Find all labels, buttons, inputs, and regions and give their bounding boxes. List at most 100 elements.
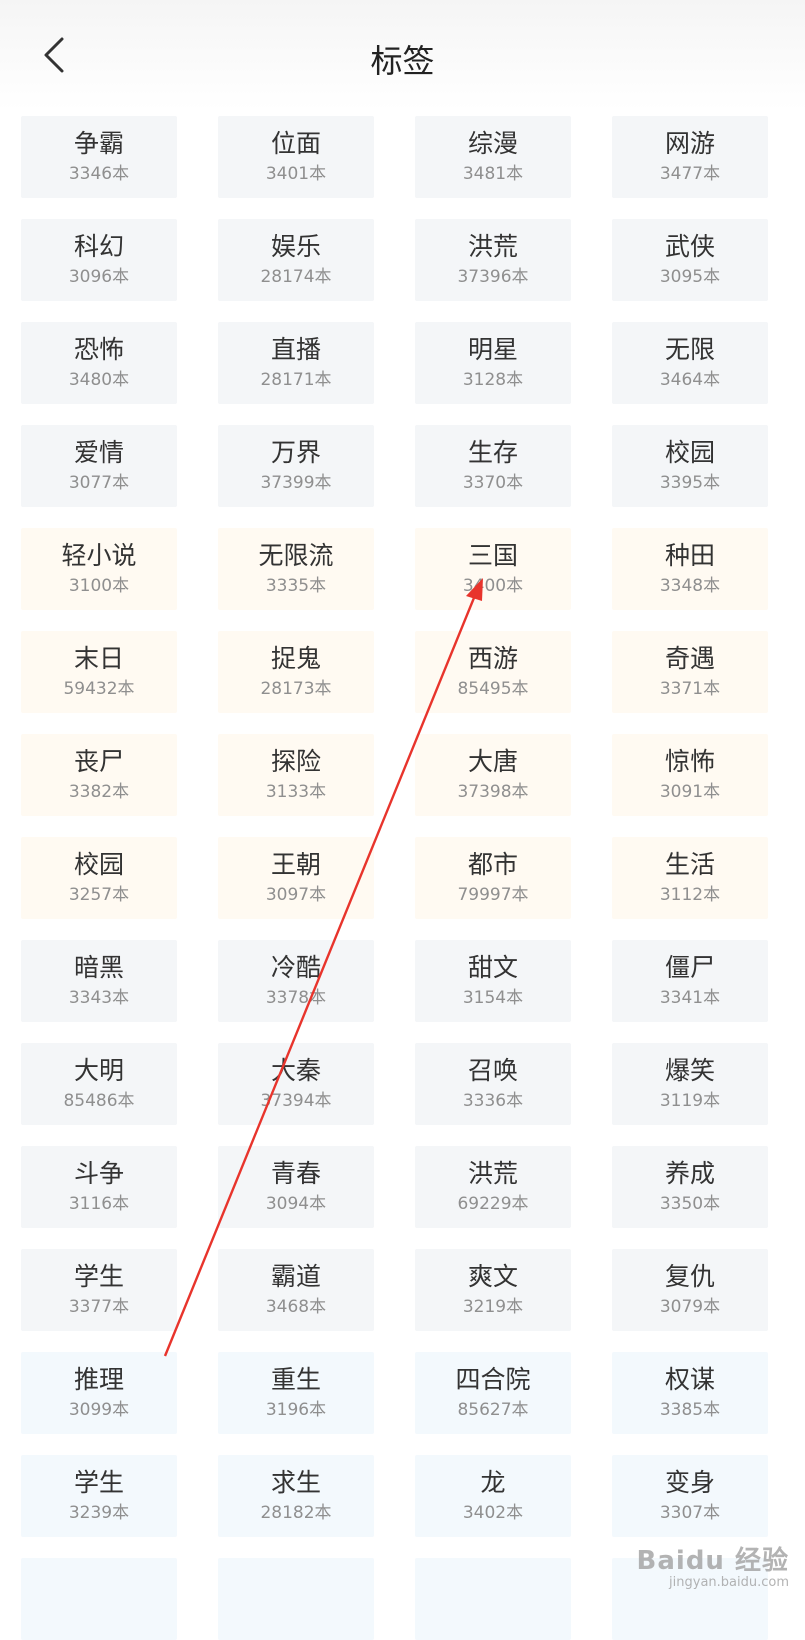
tag-tile[interactable]: 僵尸 3341本	[612, 940, 768, 1022]
tag-tile[interactable]: 惊怖 3091本	[612, 734, 768, 816]
tag-name: 学生	[73, 1262, 124, 1291]
tag-name: 爆笑	[664, 1056, 715, 1085]
tag-tile[interactable]: 青春 3094本	[218, 1146, 374, 1228]
tag-tile[interactable]: 位面 3401本	[218, 116, 374, 198]
tag-tile[interactable]: 探险 3133本	[218, 734, 374, 816]
tag-name: 洪荒	[467, 1159, 518, 1188]
tag-tile[interactable]: 娱乐 28174本	[218, 219, 374, 301]
tag-count: 3196本	[265, 1400, 327, 1420]
tag-tile[interactable]	[21, 1558, 177, 1640]
tag-tile[interactable]: 复仇 3079本	[612, 1249, 768, 1331]
tag-tile[interactable]: 直播 28171本	[218, 322, 374, 404]
tag-count: 3119本	[659, 1091, 721, 1111]
tag-count: 3371本	[659, 679, 721, 699]
tag-tile[interactable]: 奇遇 3371本	[612, 631, 768, 713]
tag-tile[interactable]: 大秦 37394本	[218, 1043, 374, 1125]
tag-count: 37399本	[260, 473, 332, 493]
tag-name: 洪荒	[467, 232, 518, 261]
tag-tile[interactable]: 变身 3307本	[612, 1455, 768, 1537]
tag-tile[interactable]: 爽文 3219本	[415, 1249, 571, 1331]
tag-name: 三国	[467, 541, 518, 570]
tag-tile[interactable]: 轻小说 3100本	[21, 528, 177, 610]
tag-name: 奇遇	[664, 644, 715, 673]
tag-tile[interactable]: 无限流 3335本	[218, 528, 374, 610]
tag-grid: 争霸 3346本 位面 3401本 综漫 3481本 网游 3477本科幻 3096本 娱乐 281…	[21, 116, 785, 1640]
tag-tile[interactable]: 恐怖 3480本	[21, 322, 177, 404]
tag-tile[interactable]: 争霸 3346本	[21, 116, 177, 198]
tag-tile[interactable]: 三国 3400本	[415, 528, 571, 610]
tag-tile[interactable]: 明星 3128本	[415, 322, 571, 404]
tag-name: 末日	[73, 644, 124, 673]
tag-tile[interactable]: 捉鬼 28173本	[218, 631, 374, 713]
tag-tile[interactable]: 召唤 3336本	[415, 1043, 571, 1125]
tag-count: 3091本	[659, 782, 721, 802]
tag-tile[interactable]: 王朝 3097本	[218, 837, 374, 919]
tag-count: 3401本	[265, 164, 327, 184]
tag-tile[interactable]: 武侠 3095本	[612, 219, 768, 301]
tag-tile[interactable]: 推理 3099本	[21, 1352, 177, 1434]
tag-tile[interactable]: 校园 3395本	[612, 425, 768, 507]
tag-name: 僵尸	[664, 953, 715, 982]
tag-count: 3128本	[462, 370, 524, 390]
tag-tile[interactable]	[218, 1558, 374, 1640]
tag-tile[interactable]: 种田 3348本	[612, 528, 768, 610]
tag-tile[interactable]: 霸道 3468本	[218, 1249, 374, 1331]
tag-tile[interactable]: 学生 3377本	[21, 1249, 177, 1331]
tag-count: 37396本	[457, 267, 529, 287]
tag-tile[interactable]: 爆笑 3119本	[612, 1043, 768, 1125]
watermark-url: jingyan.baidu.com	[669, 1575, 789, 1590]
tag-tile[interactable]: 四合院 85627本	[415, 1352, 571, 1434]
tag-tile[interactable]: 洪荒 37396本	[415, 219, 571, 301]
tag-count: 3395本	[659, 473, 721, 493]
tag-tile[interactable]: 冷酷 3378本	[218, 940, 374, 1022]
tag-tile[interactable]	[415, 1558, 571, 1640]
tag-tile[interactable]: 生活 3112本	[612, 837, 768, 919]
tag-tile[interactable]: 校园 3257本	[21, 837, 177, 919]
tag-name: 求生	[270, 1468, 321, 1497]
tag-tile[interactable]: 科幻 3096本	[21, 219, 177, 301]
tag-name: 综漫	[467, 129, 518, 158]
tag-tile[interactable]: 无限 3464本	[612, 322, 768, 404]
tag-tile[interactable]: 权谋 3385本	[612, 1352, 768, 1434]
tag-tile[interactable]: 养成 3350本	[612, 1146, 768, 1228]
tag-name: 大秦	[270, 1056, 321, 1085]
tag-name: 惊怖	[664, 747, 715, 776]
tag-name: 都市	[467, 850, 518, 879]
tag-tile[interactable]: 学生 3239本	[21, 1455, 177, 1537]
tag-name: 权谋	[664, 1365, 715, 1394]
tag-tile[interactable]: 生存 3370本	[415, 425, 571, 507]
tag-tile[interactable]: 求生 28182本	[218, 1455, 374, 1537]
tag-name: 推理	[73, 1365, 124, 1394]
tag-count: 28171本	[260, 370, 332, 390]
tag-tile[interactable]: 西游 85495本	[415, 631, 571, 713]
tag-tile[interactable]: 斗争 3116本	[21, 1146, 177, 1228]
tag-tile[interactable]: 甜文 3154本	[415, 940, 571, 1022]
watermark-logo: Baidu 经验	[636, 1546, 789, 1576]
tag-count: 3464本	[659, 370, 721, 390]
tag-tile[interactable]: 暗黑 3343本	[21, 940, 177, 1022]
tag-tile[interactable]: 爱情 3077本	[21, 425, 177, 507]
tag-tile[interactable]: 万界 37399本	[218, 425, 374, 507]
tag-name: 万界	[270, 438, 321, 467]
tag-tile[interactable]: 大明 85486本	[21, 1043, 177, 1125]
tag-name: 校园	[664, 438, 715, 467]
tag-tile[interactable]: 重生 3196本	[218, 1352, 374, 1434]
tag-name: 爱情	[73, 438, 124, 467]
tag-tile[interactable]: 综漫 3481本	[415, 116, 571, 198]
tag-count: 28174本	[260, 267, 332, 287]
tag-tile[interactable]: 网游 3477本	[612, 116, 768, 198]
tag-name: 暗黑	[73, 953, 124, 982]
tag-tile[interactable]: 洪荒 69229本	[415, 1146, 571, 1228]
tag-tile[interactable]: 龙 3402本	[415, 1455, 571, 1537]
tag-tile[interactable]: 丧尸 3382本	[21, 734, 177, 816]
tag-count: 3100本	[68, 576, 130, 596]
tag-name: 无限流	[258, 541, 334, 570]
tag-count: 3335本	[265, 576, 327, 596]
tag-tile[interactable]: 大唐 37398本	[415, 734, 571, 816]
tag-name: 冷酷	[270, 953, 321, 982]
tag-name: 西游	[467, 644, 518, 673]
tag-tile[interactable]: 都市 79997本	[415, 837, 571, 919]
tag-tile[interactable]: 末日 59432本	[21, 631, 177, 713]
header-bar: 标签	[0, 0, 805, 110]
tag-count: 3112本	[659, 885, 721, 905]
